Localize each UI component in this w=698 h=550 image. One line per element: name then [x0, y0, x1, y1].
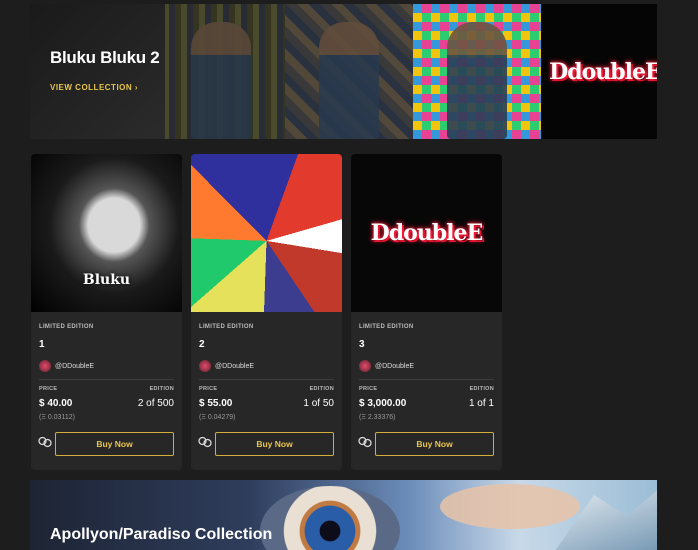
- collection-banner[interactable]: Bluku Bluku 2 VIEW COLLECTION › DdoubleE: [30, 4, 657, 139]
- polygon-chain-icon: [198, 436, 212, 448]
- nft-artwork-image[interactable]: DdoubleE: [351, 154, 502, 312]
- cloud-artwork: [440, 484, 580, 529]
- nft-card[interactable]: Bluku LIMITED EDITION 1 @DDoubleE PRICE …: [31, 154, 182, 470]
- edition-value: 1 of 1: [468, 398, 494, 409]
- banner-artwork-image: [413, 4, 541, 139]
- edition-value: 2 of 500: [137, 398, 174, 409]
- creator-link[interactable]: @DDoubleE: [199, 360, 254, 372]
- nft-card[interactable]: DdoubleE LIMITED EDITION 3 @DDoubleE PRI…: [351, 154, 502, 470]
- price-value: $ 40.00: [39, 398, 73, 409]
- eth-price: (Ξ 2.33376): [359, 414, 396, 421]
- edition-label: EDITION: [469, 386, 494, 392]
- creator-name: @DDoubleE: [375, 362, 415, 370]
- buy-now-button[interactable]: Buy Now: [375, 432, 494, 456]
- price-label: PRICE: [199, 386, 218, 392]
- banner-logo-image: DdoubleE: [541, 4, 657, 139]
- banner-artwork-image: [285, 4, 413, 139]
- eye-artwork: [260, 486, 400, 550]
- buy-now-button[interactable]: Buy Now: [55, 432, 174, 456]
- creator-link[interactable]: @DDoubleE: [359, 360, 414, 372]
- banner-artwork-image: [157, 4, 285, 139]
- artwork-caption: Bluku: [82, 272, 131, 288]
- nft-number: 3: [359, 339, 365, 350]
- price-value: $ 55.00: [199, 398, 233, 409]
- eth-price: (Ξ 0.03112): [39, 414, 75, 421]
- limited-edition-label: LIMITED EDITION: [199, 324, 254, 330]
- avatar: [199, 360, 211, 372]
- edition-label: EDITION: [309, 386, 334, 392]
- divider: [359, 379, 494, 380]
- nft-number: 2: [199, 339, 205, 350]
- ddoublee-logo: DdoubleE: [549, 58, 657, 85]
- divider: [199, 379, 334, 380]
- buy-now-button[interactable]: Buy Now: [215, 432, 334, 456]
- edition-label: EDITION: [149, 386, 174, 392]
- collection-title: Bluku Bluku 2: [50, 48, 160, 67]
- avatar: [359, 360, 371, 372]
- collection-banner-apollyon[interactable]: Apollyon/Paradiso Collection: [30, 480, 657, 550]
- price-label: PRICE: [359, 386, 378, 392]
- price-label: PRICE: [39, 386, 58, 392]
- nft-artwork-image[interactable]: [191, 154, 342, 312]
- limited-edition-label: LIMITED EDITION: [359, 324, 414, 330]
- banner-artwork-strip: DdoubleE: [157, 4, 657, 139]
- polygon-chain-icon: [358, 436, 372, 448]
- creator-link[interactable]: @DDoubleE: [39, 360, 94, 372]
- price-value: $ 3,000.00: [359, 398, 407, 409]
- limited-edition-label: LIMITED EDITION: [39, 324, 94, 330]
- edition-value: 1 of 50: [303, 398, 334, 409]
- collection-title: Apollyon/Paradiso Collection: [50, 526, 273, 543]
- nft-number: 1: [39, 339, 45, 350]
- divider: [39, 379, 174, 380]
- eth-price: (Ξ 0.04279): [199, 414, 236, 421]
- avatar: [39, 360, 51, 372]
- nft-artwork-image[interactable]: Bluku: [31, 154, 182, 312]
- nft-card[interactable]: LIMITED EDITION 2 @DDoubleE PRICE EDITIO…: [191, 154, 342, 470]
- creator-name: @DDoubleE: [215, 362, 255, 370]
- ddoublee-logo: DdoubleE: [370, 220, 484, 246]
- view-collection-link[interactable]: VIEW COLLECTION ›: [50, 83, 138, 92]
- creator-name: @DDoubleE: [55, 362, 95, 370]
- polygon-chain-icon: [38, 436, 52, 448]
- banner-title-area: Bluku Bluku 2 VIEW COLLECTION ›: [30, 4, 165, 139]
